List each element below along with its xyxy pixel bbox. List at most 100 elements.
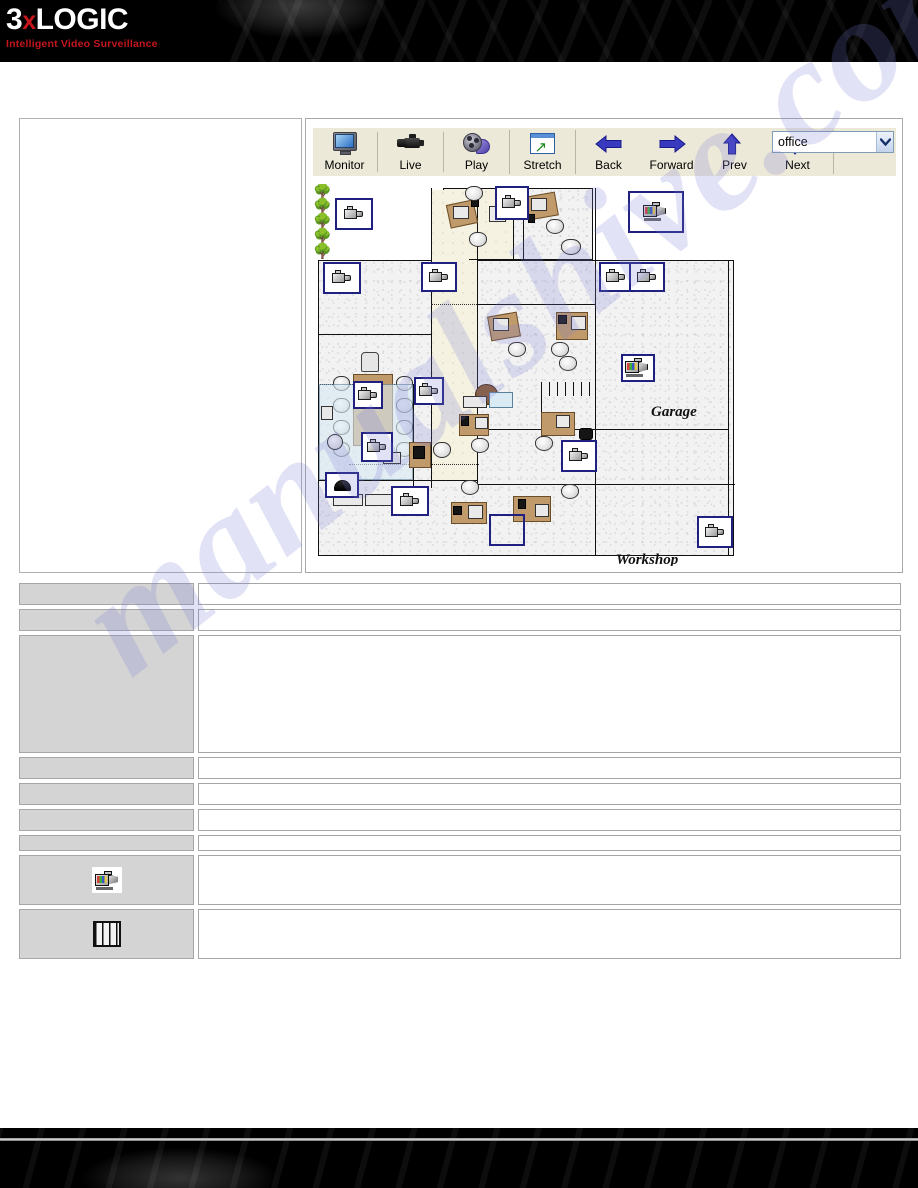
camera-marker[interactable] [629, 262, 665, 292]
grid-icon [92, 921, 121, 947]
camera-marker-garage[interactable] [621, 354, 655, 382]
brand-tagline: Intelligent Video Surveillance [6, 38, 158, 50]
toolbar-button-stretch[interactable]: ↗ Stretch [511, 128, 574, 176]
camera-marker[interactable] [495, 186, 529, 220]
toolbar-label-prev: Prev [722, 158, 747, 172]
bench [463, 396, 487, 408]
table-row-label [19, 635, 194, 753]
bullet-camera-icon [396, 131, 425, 157]
wall [431, 188, 432, 488]
wall [477, 304, 595, 305]
equipment [518, 499, 526, 509]
chair [546, 219, 564, 234]
chair [469, 232, 487, 247]
toolbar-button-monitor[interactable]: Monitor [313, 128, 376, 176]
camcorder-icon [91, 867, 122, 893]
camera-marker-dome[interactable] [325, 472, 359, 498]
desk-monitor [493, 318, 509, 331]
toolbar-button-back[interactable]: Back [577, 128, 640, 176]
garage-door-bays [541, 382, 591, 396]
camera-marker[interactable] [361, 432, 393, 462]
water-cooler [361, 352, 379, 372]
wall-dashed [431, 304, 477, 305]
camera-marker[interactable] [561, 440, 597, 472]
table-row [19, 783, 901, 805]
wall [318, 334, 431, 335]
plant-icon: 🌳 [313, 184, 332, 200]
equipment [461, 416, 469, 426]
toolbar-button-forward[interactable]: Forward [640, 128, 703, 176]
camera-marker[interactable] [323, 262, 361, 294]
map-select-value: office [778, 135, 808, 149]
chair [471, 438, 489, 453]
camcorder-icon [625, 358, 651, 378]
toolbar-separator [509, 130, 510, 174]
chair [433, 442, 451, 458]
brand-logo-logic: LOGIC [35, 3, 129, 36]
tiled-area [489, 392, 513, 408]
chair [561, 484, 579, 499]
map-select-dropdown[interactable]: office [772, 131, 894, 153]
camera-icon [367, 439, 387, 455]
site-floor-plan-map[interactable]: Garage Workshop 🌳 🌳 🌳 🌳 🌳 [313, 184, 896, 566]
chair [508, 342, 526, 357]
table-row-label [19, 757, 194, 779]
table-row-value [198, 609, 901, 631]
table-row-value [198, 855, 901, 905]
desk-monitor [468, 505, 483, 519]
fixture [321, 406, 333, 420]
table-row [19, 757, 901, 779]
table-row-label [19, 835, 194, 851]
camera-icon [429, 269, 449, 285]
camera-icon [400, 493, 420, 509]
camera-icon [637, 269, 657, 285]
camera-marker[interactable] [697, 516, 733, 548]
wall [477, 429, 595, 430]
floor-plan-canvas: Garage Workshop 🌳 🌳 🌳 🌳 🌳 [313, 184, 896, 566]
plant-icon: 🌳 [313, 242, 332, 260]
camera-marker[interactable] [335, 198, 373, 230]
toolbar-button-play[interactable]: Play [445, 128, 508, 176]
camera-marker-field-of-view[interactable] [489, 514, 525, 546]
table-row [19, 909, 901, 959]
chair [559, 356, 577, 371]
table-row [19, 855, 901, 905]
table-row-value [198, 809, 901, 831]
table-row-label [19, 609, 194, 631]
room-label-workshop: Workshop [616, 552, 679, 566]
camera-marker[interactable] [353, 381, 383, 409]
table-row [19, 609, 901, 631]
desk-monitor [475, 417, 488, 429]
toolbar-label-next: Next [785, 158, 810, 172]
chevron-down-icon[interactable] [876, 132, 893, 152]
chair [551, 342, 569, 357]
desk-monitor [453, 206, 469, 219]
camera-marker[interactable] [599, 262, 633, 292]
toolbar-label-forward: Forward [649, 158, 694, 172]
table-row-label [19, 783, 194, 805]
camera-marker[interactable] [414, 377, 444, 405]
camera-marker[interactable] [421, 262, 457, 292]
camera-icon [344, 206, 364, 222]
plant-icon: 🌳 [313, 227, 332, 245]
chair [461, 480, 479, 495]
table-row-label [19, 809, 194, 831]
camera-icon [419, 383, 439, 399]
camera-icon [569, 448, 589, 464]
brand-logo: 3xLOGIC Intelligent Video Surveillance [6, 3, 158, 51]
camera-marker[interactable] [391, 486, 429, 516]
plant-icon: 🌳 [313, 197, 332, 215]
left-description-panel [19, 118, 302, 573]
camera-marker-legend[interactable] [628, 191, 684, 233]
desk-monitor [535, 504, 549, 517]
toolbar-button-live[interactable]: Live [379, 128, 442, 176]
toolbar-button-prev[interactable]: Prev [703, 128, 766, 176]
table-row [19, 809, 901, 831]
room-label-garage: Garage [651, 404, 697, 420]
equipment [558, 315, 567, 324]
toolbar-separator [377, 132, 378, 172]
table-row-icon-camcorder [19, 855, 194, 905]
toolbar-label-monitor: Monitor [324, 158, 365, 172]
chair [465, 186, 483, 201]
camera-icon [606, 269, 626, 285]
